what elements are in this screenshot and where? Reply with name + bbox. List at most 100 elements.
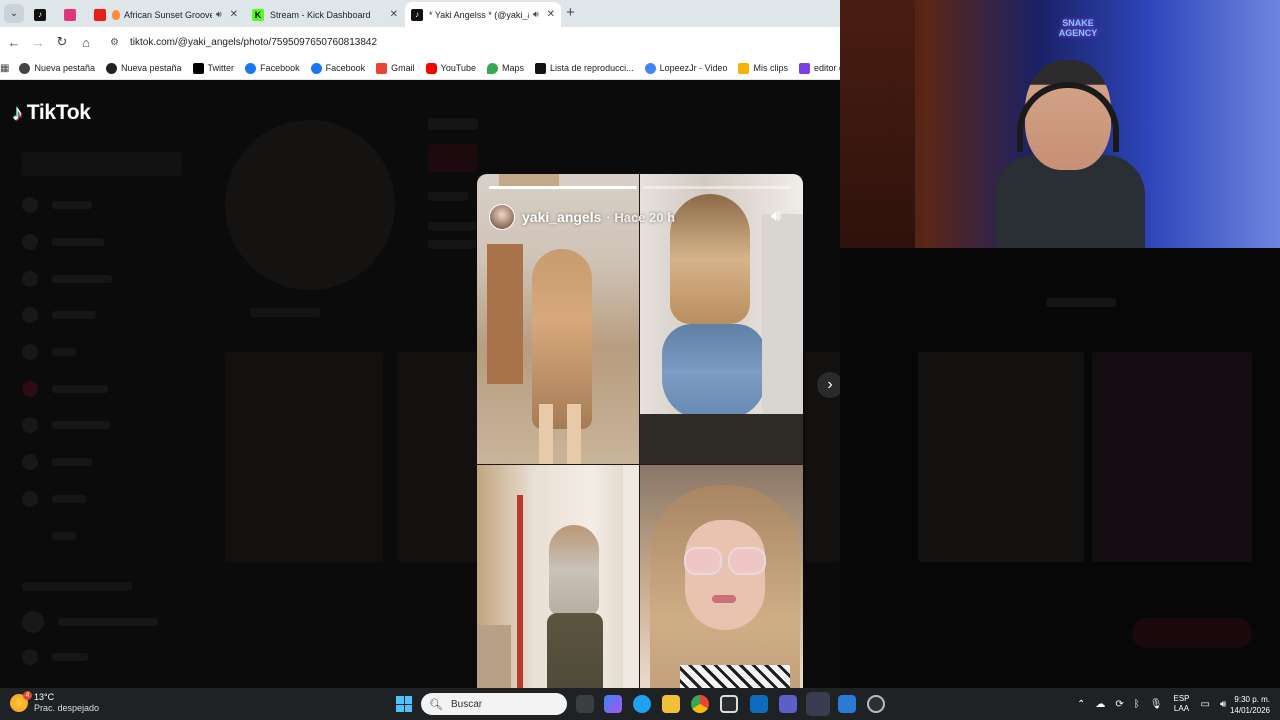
search-input[interactable]	[22, 152, 182, 176]
tab-pinned-tiktok[interactable]: ♪	[28, 2, 56, 27]
sidebar-item[interactable]	[22, 529, 162, 543]
tab-title: Stream - Kick Dashboard	[270, 9, 371, 20]
bookmark-item[interactable]: Nueva pestaña	[106, 62, 182, 74]
sidebar-item[interactable]	[22, 454, 162, 470]
sidebar-item[interactable]	[22, 271, 162, 287]
story-viewer[interactable]: yaki_angels · Hace 20 h 🔊︎ 😍 😂 😳 ♡ ➦	[477, 174, 803, 688]
sidebar-item[interactable]	[22, 307, 162, 323]
close-tab-icon[interactable]: ✕	[230, 9, 238, 20]
story-username[interactable]: yaki_angels	[522, 209, 601, 225]
speaker-icon[interactable]: 🔊︎	[216, 9, 222, 20]
bookmark-item[interactable]: LopeezJr - Video	[644, 62, 727, 74]
story-photo-mirror-outfit	[477, 465, 639, 688]
home-button[interactable]: ⌂	[74, 35, 98, 50]
sidebar-label	[52, 348, 76, 356]
site-info-icon[interactable]: ⚙	[110, 37, 124, 48]
sidebar-item[interactable]	[22, 234, 162, 250]
tiktok-logo[interactable]: ♪ TikTok	[12, 100, 91, 126]
sidebar-following-item[interactable]	[22, 611, 162, 633]
language-indicator[interactable]: ESP LAA	[1173, 694, 1189, 714]
avatar[interactable]	[489, 204, 515, 230]
bookmark-item[interactable]: YouTube	[425, 62, 476, 74]
sidebar-label	[52, 653, 88, 661]
person-shape	[549, 525, 599, 615]
bookmark-item[interactable]: Maps	[487, 62, 524, 74]
teams-icon[interactable]	[779, 695, 797, 713]
copilot-icon[interactable]	[604, 695, 622, 713]
next-story-button[interactable]: ›	[817, 372, 840, 398]
get-app-button[interactable]	[1132, 618, 1252, 648]
screen: ⌄ ♪ African Sunset Groove - 🔊︎ ✕ K Strea…	[0, 0, 1280, 720]
task-view-icon[interactable]	[576, 695, 594, 713]
weather-widget[interactable]: 4 13°C Prac. despejado	[10, 691, 99, 714]
video-thumbnail[interactable]	[1092, 352, 1252, 562]
update-icon[interactable]: ⟳	[1115, 699, 1123, 710]
sidebar-icon	[22, 528, 38, 544]
video-thumbnail[interactable]	[225, 352, 383, 562]
cloud-icon[interactable]: ☁	[1095, 699, 1105, 710]
app-icon[interactable]	[838, 695, 856, 713]
bookmarks-bar: ▦ Nueva pestaña Nueva pestaña Twitter Fa…	[0, 57, 840, 80]
tab-youtube[interactable]: African Sunset Groove - 🔊︎ ✕	[88, 2, 244, 27]
discord-icon-active[interactable]	[806, 692, 830, 716]
tab-tiktok-active[interactable]: ♪ * Yaki Angelss * (@yaki_ang 🔊︎ ✕	[405, 2, 561, 27]
new-tab-button[interactable]: +	[566, 4, 575, 22]
bookmark-item[interactable]: Lista de reproducci...	[535, 62, 634, 74]
windows-start-icon[interactable]	[396, 696, 412, 712]
forward-button[interactable]: →	[26, 35, 50, 50]
dimmed-page-right	[840, 248, 1280, 688]
door-shape	[487, 244, 523, 384]
bookmark-item[interactable]: Mis clips	[738, 62, 788, 74]
bookmark-item[interactable]: Twitter	[192, 62, 234, 74]
tab-videos[interactable]	[250, 308, 320, 317]
bookmark-item[interactable]: Gmail	[376, 62, 415, 74]
address-bar[interactable]: ⚙ tiktok.com/@yaki_angels/photo/75950976…	[106, 31, 840, 53]
bookmark-item[interactable]: Facebook	[310, 62, 365, 74]
sidebar-item[interactable]	[22, 381, 162, 397]
video-thumbnail[interactable]	[918, 352, 1084, 562]
tab-search-button[interactable]: ⌄	[4, 4, 24, 23]
sidebar-following-item[interactable]	[22, 649, 162, 665]
bluetooth-icon[interactable]: ᛒ	[1134, 699, 1140, 710]
volume-icon[interactable]: 🔊︎	[1220, 699, 1226, 710]
url-text: tiktok.com/@yaki_angels/photo/7595097650…	[130, 36, 378, 48]
follow-button[interactable]	[428, 144, 478, 172]
glasses-lens	[684, 547, 722, 575]
taskbar-search[interactable]: 🔍︎ Buscar	[421, 693, 567, 715]
profile-avatar	[225, 120, 395, 290]
obs-icon[interactable]	[867, 695, 885, 713]
tab-kick[interactable]: K Stream - Kick Dashboard ✕	[246, 2, 404, 27]
chevron-up-icon[interactable]: ⌃	[1077, 699, 1085, 710]
sidebar-item[interactable]	[22, 197, 162, 213]
edge-icon[interactable]	[633, 695, 651, 713]
tab-title: * Yaki Angelss * (@yaki_ang	[429, 9, 529, 20]
bookmark-item[interactable]: editor de videos onl	[798, 62, 840, 74]
file-explorer-icon[interactable]	[662, 695, 680, 713]
bookmark-item[interactable]: Facebook	[245, 62, 300, 74]
close-tab-icon[interactable]: ✕	[547, 9, 555, 20]
sidebar-icon	[22, 197, 38, 213]
video-thumbnail[interactable]	[398, 352, 478, 562]
speaker-icon[interactable]: 🔊︎	[771, 208, 781, 226]
microphone-icon[interactable]: 🎙︎	[1150, 699, 1163, 710]
clock-time: 9:30 p. m.	[1234, 695, 1270, 704]
speaker-icon[interactable]: 🔊︎	[533, 9, 539, 20]
sort-tabs[interactable]	[1046, 298, 1116, 307]
sidebar-icon	[22, 271, 38, 287]
store-icon[interactable]	[720, 695, 738, 713]
network-icon[interactable]: ▭	[1201, 699, 1210, 710]
bookmark-item[interactable]: Nueva pestaña	[19, 62, 95, 74]
sidebar-item[interactable]	[22, 344, 162, 360]
search-label: Buscar	[450, 698, 483, 710]
reload-button[interactable]: ↻	[50, 34, 74, 50]
apps-grid-icon[interactable]: ▦	[0, 63, 9, 74]
chrome-icon[interactable]	[691, 695, 709, 713]
mail-icon[interactable]	[750, 695, 768, 713]
sidebar-item[interactable]	[22, 417, 162, 433]
back-button[interactable]: ←	[2, 35, 26, 50]
sidebar-item[interactable]	[22, 491, 162, 507]
close-tab-icon[interactable]: ✕	[390, 9, 398, 20]
tab-pinned-app[interactable]	[58, 2, 86, 27]
chrome-icon	[19, 62, 31, 74]
clock[interactable]: 9:30 p. m. 14/01/2026	[1230, 694, 1270, 716]
